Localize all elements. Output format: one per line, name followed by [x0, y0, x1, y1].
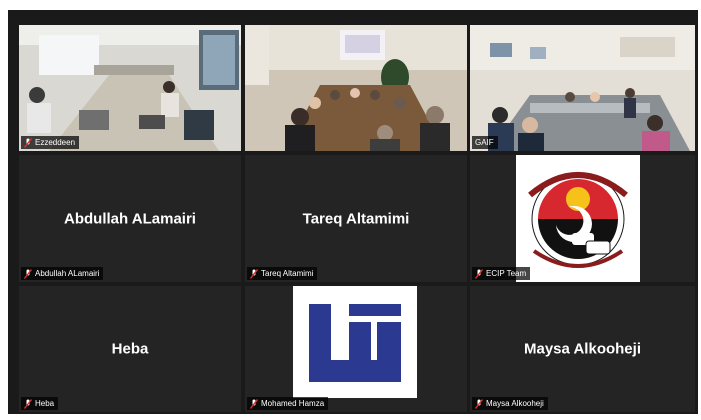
- participant-name: ECIP Team: [486, 269, 527, 278]
- participant-tile[interactable]: Ezzeddeen: [19, 25, 241, 151]
- company-logo: [309, 304, 401, 382]
- participant-name-tag: Maysa Alkooheji: [472, 397, 548, 410]
- ecip-logo: [528, 172, 628, 268]
- participant-name-tag: ECIP Team: [472, 267, 531, 280]
- participant-name: GAIF: [475, 138, 494, 147]
- participant-tile[interactable]: ECIP Team: [470, 155, 695, 282]
- participant-tile[interactable]: Heba Heba: [19, 286, 241, 412]
- participant-name-tag: Tareq Altamimi: [247, 267, 318, 280]
- mic-muted-icon: [24, 398, 32, 409]
- participant-avatar: [293, 286, 417, 398]
- video-gallery: Ezzeddeen GAIF Abdullah ALamairi Abdulla…: [8, 10, 698, 414]
- participant-tile[interactable]: Maysa Alkooheji Maysa Alkooheji: [470, 286, 695, 412]
- mic-muted-icon: [250, 398, 258, 409]
- participant-name-tag: Heba: [21, 397, 59, 410]
- mic-muted-icon: [24, 137, 32, 148]
- mic-muted-icon: [475, 398, 483, 409]
- participant-name: Tareq Altamimi: [261, 269, 314, 278]
- participant-avatar: [516, 155, 640, 282]
- participant-video: [245, 25, 467, 151]
- participant-display-name: Abdullah ALamairi: [64, 210, 196, 227]
- participant-display-name: Tareq Altamimi: [302, 210, 410, 227]
- participant-name-tag: Abdullah ALamairi: [21, 267, 104, 280]
- participant-name-tag: Ezzeddeen: [21, 136, 80, 149]
- participant-name: Maysa Alkooheji: [486, 399, 544, 408]
- participant-name: Heba: [35, 399, 55, 408]
- participant-display-name: Maysa Alkooheji: [524, 340, 641, 358]
- participant-name-tag: GAIF: [472, 136, 498, 149]
- mic-muted-icon: [475, 268, 483, 279]
- participant-name-tag: Mohamed Hamza: [247, 397, 329, 410]
- participant-name: Mohamed Hamza: [261, 399, 325, 408]
- participant-tile-active-speaker[interactable]: GAIF: [470, 25, 695, 151]
- participant-name: Ezzeddeen: [35, 138, 76, 147]
- participant-tile[interactable]: Mohamed Hamza: [245, 286, 467, 412]
- participant-display-name: Heba: [111, 340, 149, 358]
- participant-tile[interactable]: Tareq Altamimi Tareq Altamimi: [245, 155, 467, 282]
- mic-muted-icon: [250, 268, 258, 279]
- participant-video: [19, 25, 241, 151]
- participant-tile[interactable]: Abdullah ALamairi Abdullah ALamairi: [19, 155, 241, 282]
- mic-muted-icon: [24, 268, 32, 279]
- participant-name: Abdullah ALamairi: [35, 269, 100, 278]
- participant-tile[interactable]: [245, 25, 467, 151]
- participant-video: [470, 25, 695, 151]
